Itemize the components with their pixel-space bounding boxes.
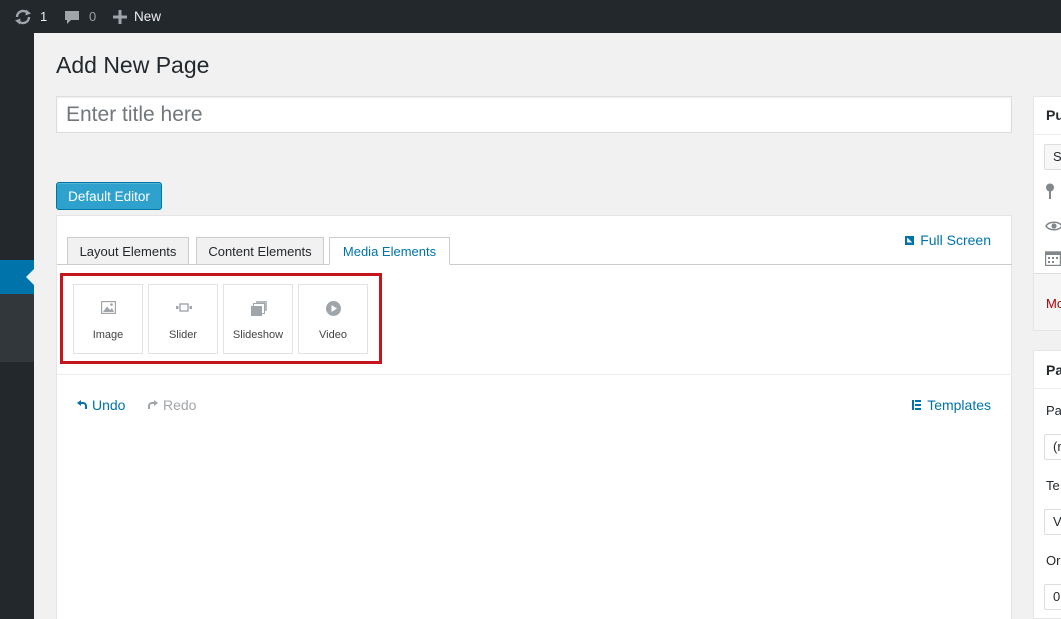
- element-label: Slider: [168, 329, 198, 341]
- element-label: Slideshow: [232, 329, 284, 341]
- publish-box: Pu S Mo: [1033, 96, 1061, 331]
- admin-bar: 1 0 New: [0, 0, 1061, 33]
- element-label: Image: [92, 329, 124, 341]
- move-to-trash-link[interactable]: Mo: [1046, 296, 1061, 311]
- slideshow-icon: [251, 301, 267, 316]
- refresh-icon: [15, 9, 31, 24]
- admin-submenu: [0, 294, 34, 362]
- template-label: Te: [1046, 478, 1060, 493]
- page-builder: Layout Elements Content Elements Media E…: [56, 215, 1012, 619]
- pin-icon: [1046, 183, 1054, 199]
- undo-icon: [77, 400, 87, 409]
- menu-current-arrow: [26, 269, 34, 285]
- redo-icon: [148, 400, 158, 409]
- save-draft-button[interactable]: S: [1044, 144, 1061, 170]
- element-video[interactable]: Video: [298, 284, 368, 354]
- image-icon: [101, 301, 116, 314]
- page-attributes-box: Pa Pa (n Te V Or 0: [1033, 350, 1061, 619]
- parent-label: Pa: [1046, 403, 1061, 418]
- tab-layout-elements[interactable]: Layout Elements: [67, 237, 189, 265]
- tab-content-elements[interactable]: Content Elements: [196, 237, 324, 265]
- publish-heading: Pu: [1046, 107, 1061, 123]
- calendar-icon: [1045, 251, 1061, 266]
- template-select[interactable]: V: [1044, 509, 1061, 535]
- new-content-link[interactable]: New: [113, 0, 161, 33]
- element-label: Video: [319, 329, 347, 341]
- redo-label: Redo: [163, 397, 197, 413]
- attributes-head-divider: [1034, 388, 1061, 389]
- templates-icon: [912, 400, 922, 410]
- publish-head-divider: [1034, 134, 1061, 135]
- parent-select[interactable]: (n: [1044, 434, 1061, 460]
- fullscreen-icon: [905, 235, 915, 245]
- comment-icon: [65, 10, 79, 24]
- video-icon: [326, 301, 341, 316]
- undo-button[interactable]: Undo: [77, 397, 125, 413]
- full-screen-label: Full Screen: [920, 232, 991, 248]
- elements-divider: [57, 374, 1012, 375]
- default-editor-button[interactable]: Default Editor: [56, 182, 162, 210]
- title-input[interactable]: [56, 96, 1012, 133]
- element-slideshow[interactable]: Slideshow: [223, 284, 293, 354]
- new-label: New: [134, 9, 162, 24]
- page-attributes-heading: Pa: [1046, 362, 1061, 378]
- tab-media-elements[interactable]: Media Elements: [329, 237, 450, 265]
- slider-icon: [176, 303, 192, 312]
- eye-icon: [1045, 221, 1061, 231]
- tabs-divider: [57, 264, 1012, 265]
- updates-link[interactable]: 1: [14, 0, 47, 33]
- order-input[interactable]: 0: [1044, 584, 1061, 610]
- plus-icon: [113, 9, 127, 24]
- comments-link[interactable]: 0: [64, 0, 96, 33]
- element-slider[interactable]: Slider: [148, 284, 218, 354]
- templates-button[interactable]: Templates: [912, 397, 991, 413]
- updates-count: 1: [40, 9, 48, 24]
- element-image[interactable]: Image: [73, 284, 143, 354]
- undo-label: Undo: [92, 397, 126, 413]
- page-title: Add New Page: [56, 52, 210, 78]
- redo-button[interactable]: Redo: [148, 397, 196, 413]
- order-label: Or: [1046, 553, 1061, 568]
- comments-count: 0: [89, 9, 97, 24]
- full-screen-button[interactable]: Full Screen: [905, 232, 991, 248]
- templates-label: Templates: [927, 397, 991, 413]
